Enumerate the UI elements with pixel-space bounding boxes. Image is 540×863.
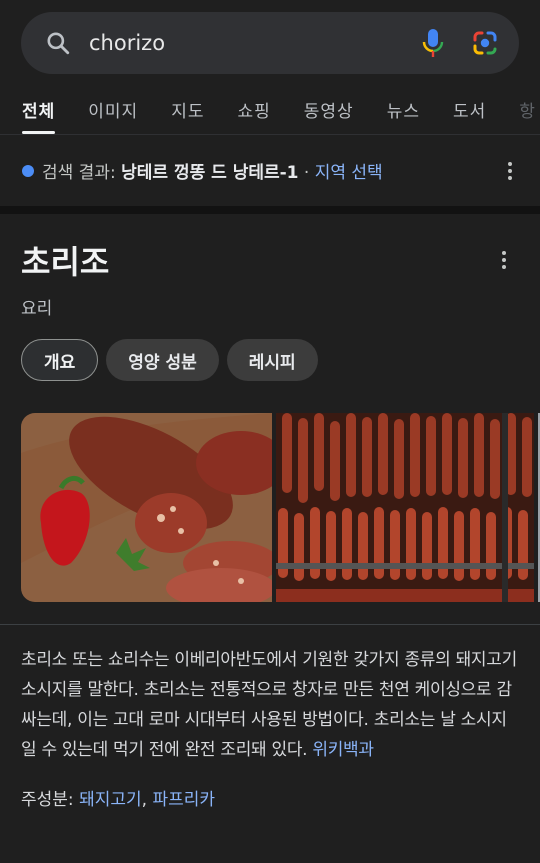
search-tabs: 전체 이미지 지도 쇼핑 동영상 뉴스 도서 항 (0, 76, 540, 134)
chip-nutrition[interactable]: 영양 성분 (106, 339, 219, 381)
panel-header: 초리조 요리 (21, 214, 540, 319)
tab-maps[interactable]: 지도 (171, 97, 204, 134)
knowledge-panel: 초리조 요리 개요 영양 성분 레시피 초리소 또는 쇼리수는 이베리아반도에서… (0, 214, 540, 810)
location-separator: · (298, 163, 315, 183)
tab-all[interactable]: 전체 (22, 97, 56, 134)
section-separator (0, 206, 540, 214)
location-dot-icon (22, 164, 34, 177)
ingredients-label: 주성분: (21, 790, 80, 810)
location-place: 낭테르 껑똥 드 낭테르-1 (121, 163, 299, 183)
panel-title: 초리조 (21, 243, 110, 281)
top-bar (0, 0, 540, 76)
tab-images[interactable]: 이미지 (88, 97, 138, 134)
wikipedia-link[interactable]: 위키백과 (312, 740, 374, 760)
location-prefix: 검색 결과: (42, 163, 122, 183)
tab-shopping[interactable]: 쇼핑 (237, 97, 270, 134)
chip-overview[interactable]: 개요 (21, 339, 99, 381)
panel-more-options-icon[interactable] (494, 250, 514, 270)
panel-subtitle: 요리 (21, 299, 53, 319)
search-input[interactable] (89, 31, 421, 55)
chorizo-photo-hanging[interactable] (276, 413, 534, 602)
microphone-icon[interactable] (421, 28, 445, 58)
ingredients-separator: , (141, 790, 153, 810)
more-options-icon[interactable] (500, 161, 520, 181)
search-icon[interactable] (45, 30, 71, 56)
choose-location-link[interactable]: 지역 선택 (315, 163, 383, 183)
location-bar: 검색 결과: 낭테르 껑똥 드 낭테르-1 · 지역 선택 (0, 134, 540, 206)
search-box[interactable] (21, 12, 519, 74)
main-ingredients: 주성분: 돼지고기, 파프리카 (21, 785, 540, 810)
tab-more[interactable]: 항 (519, 97, 536, 134)
panel-chips: 개요 영양 성분 레시피 (21, 339, 540, 381)
chip-recipes[interactable]: 레시피 (226, 339, 318, 381)
chorizo-photo-sliced[interactable] (21, 413, 272, 602)
panel-description: 초리소 또는 쇼리수는 이베리아반도에서 기원한 갖가지 종류의 돼지고기 소시… (21, 625, 540, 765)
image-carousel[interactable] (21, 413, 540, 602)
ingredient-link-pork[interactable]: 돼지고기 (79, 790, 142, 810)
description-text: 초리소 또는 쇼리수는 이베리아반도에서 기원한 갖가지 종류의 돼지고기 소시… (21, 650, 517, 760)
ingredient-link-paprika[interactable]: 파프리카 (152, 790, 215, 810)
location-text: 검색 결과: 낭테르 껑똥 드 낭테르-1 · 지역 선택 (42, 158, 500, 183)
panel-title-group: 초리조 요리 (21, 242, 109, 319)
tab-books[interactable]: 도서 (453, 97, 486, 134)
google-lens-icon[interactable] (471, 29, 499, 57)
tab-videos[interactable]: 동영상 (304, 97, 354, 134)
tab-news[interactable]: 뉴스 (387, 97, 420, 134)
